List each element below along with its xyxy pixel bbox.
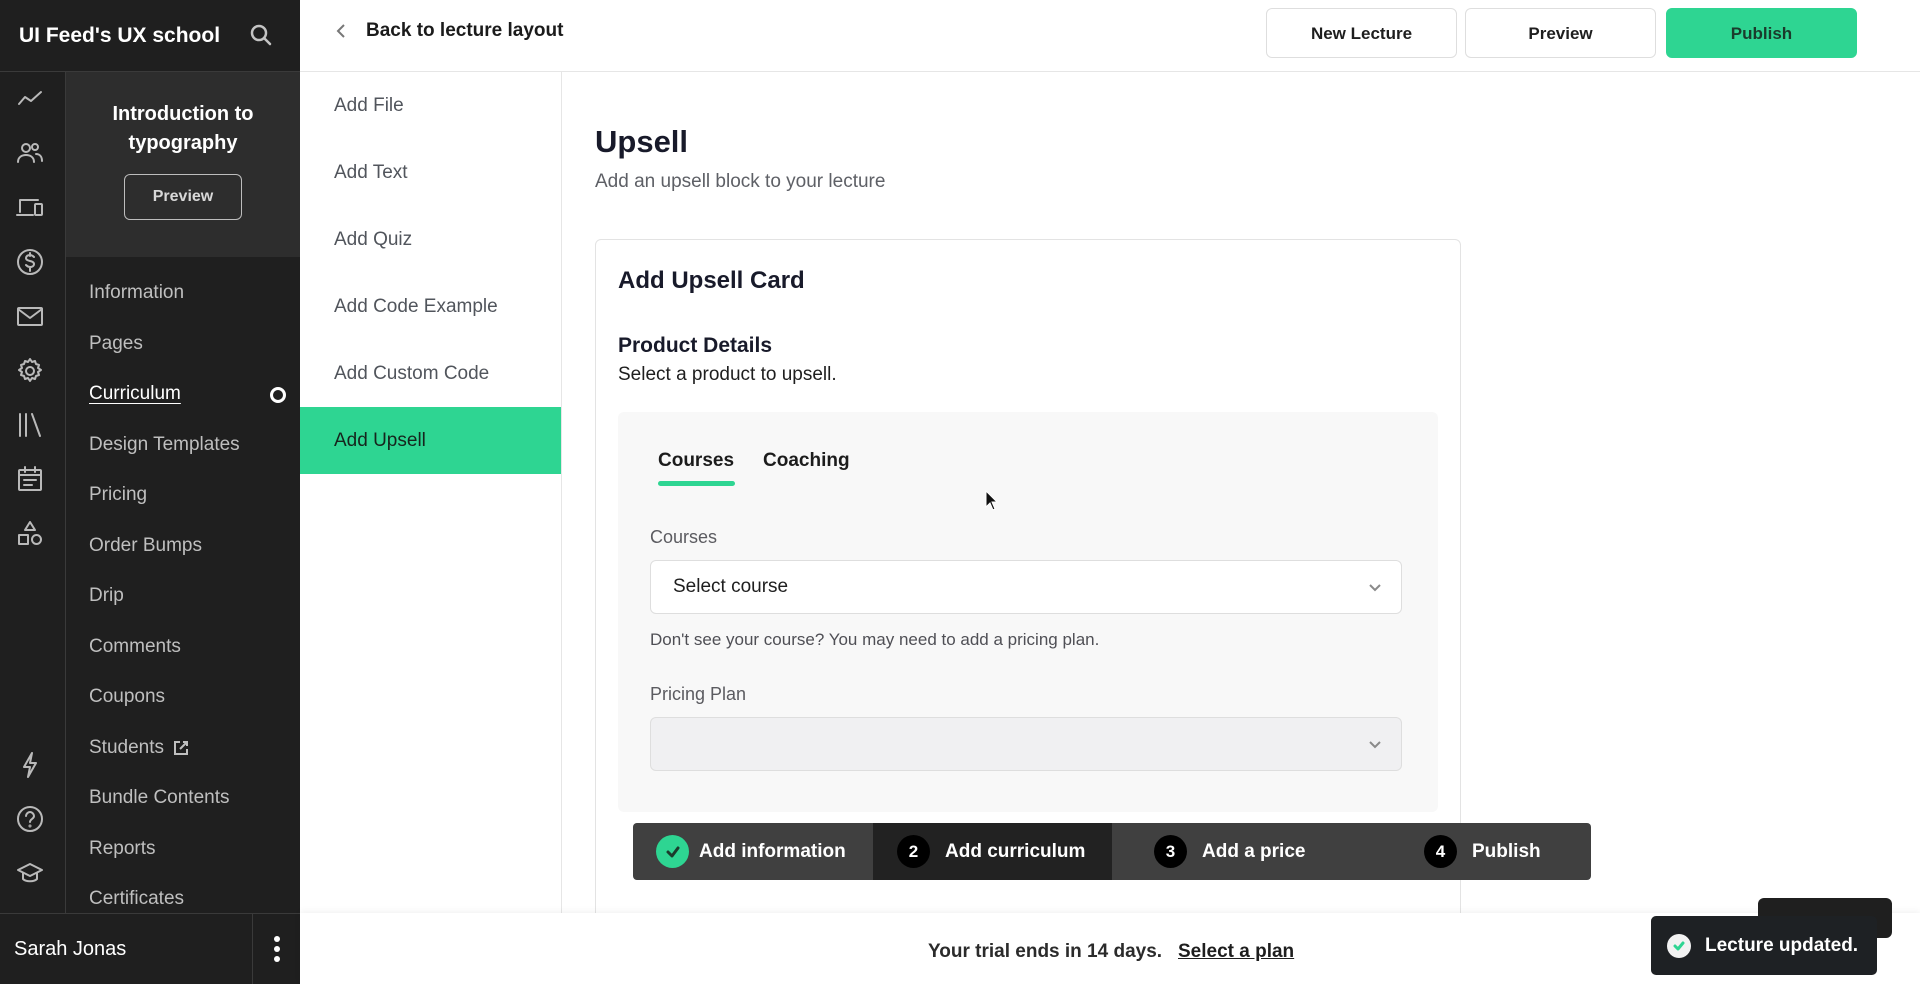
publish-button[interactable]: Publish — [1666, 8, 1857, 58]
help-icon[interactable] — [15, 804, 45, 834]
user-bar: Sarah Jonas — [0, 913, 300, 984]
courses-label: Courses — [650, 527, 718, 547]
nav-item-bundle-contents[interactable]: Bundle Contents — [66, 773, 300, 824]
nav-item-coupons[interactable]: Coupons — [66, 672, 300, 723]
step-publish[interactable]: 4 Publish — [1370, 823, 1591, 880]
gear-icon[interactable] — [15, 356, 45, 386]
course-nav: Information Pages Curriculum Design Temp… — [66, 268, 300, 925]
back-to-lecture-layout-link[interactable]: Back to lecture layout — [330, 16, 563, 46]
more-options-button[interactable] — [252, 913, 300, 984]
course-hint: Don't see your course? You may need to a… — [650, 630, 1100, 649]
step-label: Add a price — [1202, 840, 1306, 862]
calendar-icon[interactable] — [15, 464, 45, 494]
block-item-add-file[interactable]: Add File — [300, 72, 561, 139]
active-indicator-icon — [270, 387, 286, 403]
block-item-add-code-example[interactable]: Add Code Example — [300, 273, 561, 340]
shapes-icon[interactable] — [15, 519, 45, 549]
block-item-add-text[interactable]: Add Text — [300, 139, 561, 206]
block-item-add-upsell[interactable]: Add Upsell — [300, 407, 561, 474]
mouse-cursor-icon — [985, 490, 999, 511]
course-card: Introduction to typography Preview — [66, 72, 300, 257]
course-select-value: Select course — [673, 576, 789, 597]
school-name[interactable]: UI Feed's UX school — [19, 24, 220, 48]
main-content: Upsell Add an upsell block to your lectu… — [562, 72, 1920, 913]
setup-stepper: Add information 2 Add curriculum 3 Add a… — [633, 823, 1591, 880]
app-root: UI Feed's UX school Introduction to typo… — [0, 0, 1920, 984]
nav-item-label: Curriculum — [89, 383, 181, 405]
chevron-down-icon — [1367, 736, 1383, 752]
upsell-card-form: Add Upsell Card Product Details Select a… — [595, 239, 1461, 913]
toast-notification: Lecture updated. — [1651, 916, 1877, 975]
pricing-plan-label: Pricing Plan — [650, 684, 747, 704]
mail-icon[interactable] — [15, 301, 45, 331]
top-bar: Back to lecture layout New Lecture Previ… — [300, 0, 1920, 72]
step-add-information[interactable]: Add information — [633, 823, 873, 880]
nav-item-order-bumps[interactable]: Order Bumps — [66, 521, 300, 572]
step-number: 2 — [897, 835, 930, 868]
block-type-menu: Add File Add Text Add Quiz Add Code Exam… — [300, 72, 562, 913]
step-label: Add information — [699, 840, 846, 862]
chevron-left-icon — [330, 16, 352, 46]
page-title: Upsell — [595, 124, 689, 159]
users-icon[interactable] — [15, 138, 45, 168]
product-details-title: Product Details — [618, 334, 773, 357]
step-add-price[interactable]: 3 Add a price — [1112, 823, 1370, 880]
nav-item-information[interactable]: Information — [66, 268, 300, 319]
check-circle-icon — [1667, 933, 1691, 958]
nav-item-students[interactable]: Students — [66, 723, 300, 774]
product-details-description: Select a product to upsell. — [618, 364, 837, 385]
course-preview-button[interactable]: Preview — [124, 174, 242, 220]
course-select[interactable]: Select course — [650, 560, 1402, 614]
block-item-add-custom-code[interactable]: Add Custom Code — [300, 340, 561, 407]
icon-rail — [0, 72, 66, 913]
step-number: 3 — [1154, 835, 1187, 868]
tab-coaching[interactable]: Coaching — [763, 450, 850, 472]
devices-icon[interactable] — [15, 192, 45, 222]
nav-item-pages[interactable]: Pages — [66, 319, 300, 370]
trial-text: Your trial ends in 14 days. — [928, 941, 1163, 962]
block-item-add-quiz[interactable]: Add Quiz — [300, 206, 561, 273]
user-name[interactable]: Sarah Jonas — [0, 938, 252, 961]
page-subtitle: Add an upsell block to your lecture — [595, 171, 886, 192]
chevron-down-icon — [1367, 579, 1383, 595]
active-tab-indicator — [658, 481, 735, 486]
nav-item-curriculum[interactable]: Curriculum — [66, 369, 300, 420]
nav-item-comments[interactable]: Comments — [66, 622, 300, 673]
step-add-curriculum[interactable]: 2 Add curriculum — [873, 823, 1112, 880]
select-plan-link[interactable]: Select a plan — [1178, 941, 1294, 963]
analytics-icon[interactable] — [15, 84, 45, 114]
step-number: 4 — [1424, 835, 1457, 868]
toast-message: Lecture updated. — [1705, 934, 1859, 956]
step-label: Publish — [1472, 840, 1541, 862]
back-label: Back to lecture layout — [366, 20, 564, 41]
course-title: Introduction to typography — [112, 103, 254, 154]
product-panel: Courses Coaching Courses Select course D… — [618, 412, 1438, 812]
library-icon[interactable] — [15, 410, 45, 440]
nav-item-drip[interactable]: Drip — [66, 571, 300, 622]
nav-item-label: Students — [89, 736, 164, 758]
external-link-icon — [172, 739, 190, 757]
nav-item-reports[interactable]: Reports — [66, 824, 300, 875]
nav-item-design-templates[interactable]: Design Templates — [66, 420, 300, 471]
search-icon[interactable] — [248, 22, 274, 48]
preview-button[interactable]: Preview — [1465, 8, 1656, 58]
card-title: Add Upsell Card — [618, 267, 805, 294]
sidebar: UI Feed's UX school Introduction to typo… — [0, 0, 300, 984]
pricing-plan-select[interactable] — [650, 717, 1402, 771]
nav-item-pricing[interactable]: Pricing — [66, 470, 300, 521]
graduation-cap-icon[interactable] — [15, 858, 45, 888]
lightning-icon[interactable] — [15, 750, 45, 780]
dollar-icon[interactable] — [15, 247, 45, 277]
check-circle-icon — [656, 835, 689, 868]
step-label: Add curriculum — [945, 840, 1086, 862]
new-lecture-button[interactable]: New Lecture — [1266, 8, 1457, 58]
more-vertical-icon — [273, 936, 280, 962]
tab-courses[interactable]: Courses — [658, 450, 734, 472]
